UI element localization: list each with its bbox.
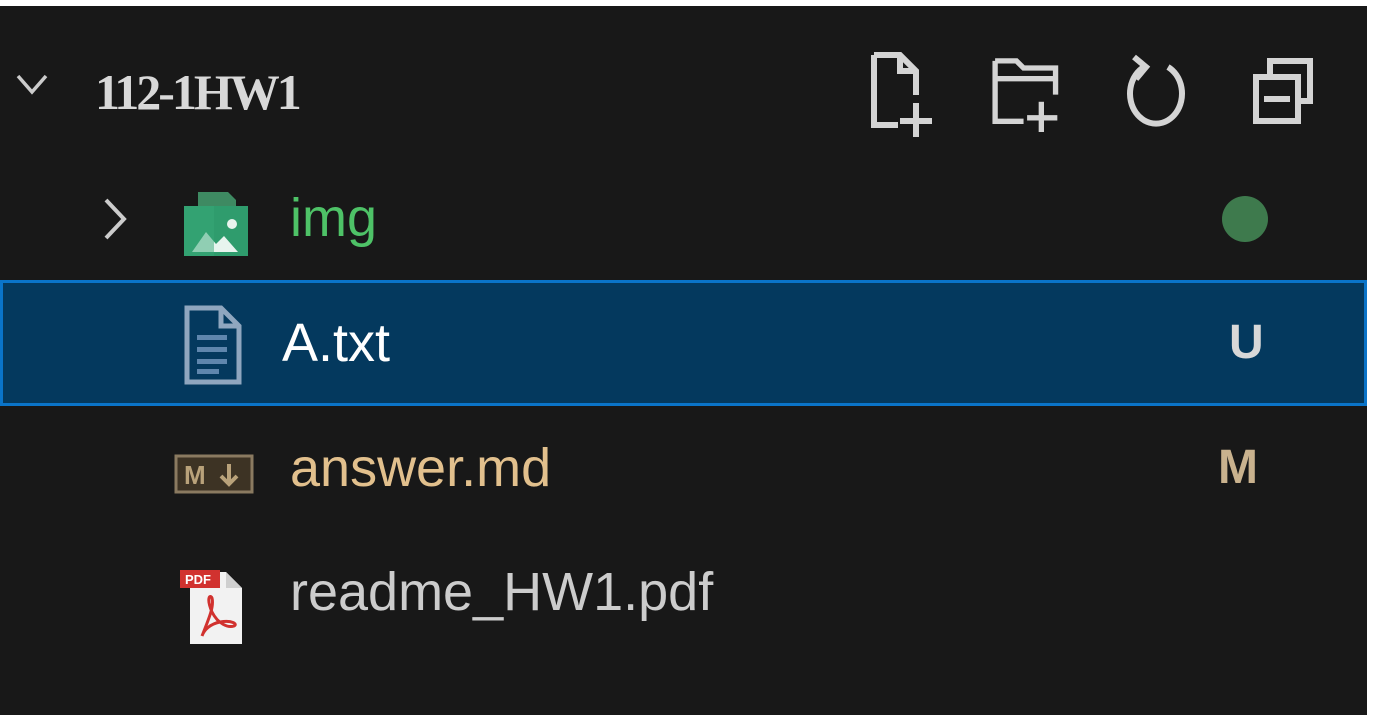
tree-item-label: readme_HW1.pdf xyxy=(290,562,714,622)
tree-item-img-folder[interactable]: img xyxy=(0,156,1367,280)
chevron-down-icon[interactable] xyxy=(12,64,52,104)
explorer-header[interactable]: 112-1HW1 xyxy=(0,6,1367,156)
text-file-icon xyxy=(184,305,242,385)
new-folder-button[interactable] xyxy=(988,42,1068,142)
new-folder-icon xyxy=(992,58,1059,132)
collapse-all-icon xyxy=(1253,58,1313,124)
git-modified-badge: M xyxy=(1218,441,1258,494)
explorer-panel-screenshot: 112-1HW1 img A.txt U M answer.md M PDF r… xyxy=(0,0,1373,715)
image-folder-icon xyxy=(184,192,248,256)
refresh-button[interactable] xyxy=(1116,42,1196,142)
window-border-right xyxy=(1367,0,1373,715)
tree-item-label: img xyxy=(290,188,378,248)
svg-text:M: M xyxy=(184,460,206,490)
new-file-icon xyxy=(871,52,932,137)
workspace-folder-title[interactable]: 112-1HW1 xyxy=(95,62,302,122)
markdown-icon: M xyxy=(174,454,254,494)
file-explorer: 112-1HW1 img A.txt U M answer.md M PDF r… xyxy=(0,6,1367,715)
new-file-button[interactable] xyxy=(860,42,940,142)
pdf-icon: PDF xyxy=(180,570,242,644)
collapse-all-button[interactable] xyxy=(1244,42,1324,142)
tree-item-a-txt[interactable]: A.txt U xyxy=(0,280,1367,406)
tree-item-readme-pdf[interactable]: PDF readme_HW1.pdf xyxy=(0,530,1367,654)
tree-item-answer-md[interactable]: M answer.md M xyxy=(0,406,1367,530)
chevron-right-icon[interactable] xyxy=(100,194,130,244)
svg-text:PDF: PDF xyxy=(185,572,211,587)
explorer-actions xyxy=(860,42,1340,142)
tree-item-label: answer.md xyxy=(290,438,552,498)
status-dot xyxy=(1222,196,1268,242)
tree-item-label: A.txt xyxy=(282,313,391,373)
git-untracked-badge: U xyxy=(1229,316,1264,369)
refresh-icon xyxy=(1127,54,1185,127)
